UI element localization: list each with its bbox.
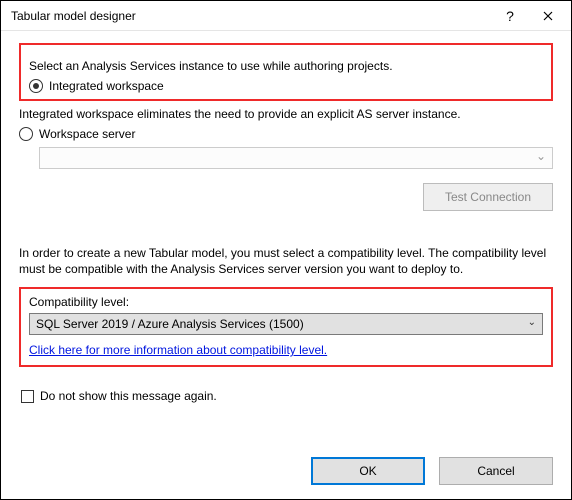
radio-icon xyxy=(19,127,33,141)
compatibility-highlight: Compatibility level: SQL Server 2019 / A… xyxy=(19,287,553,367)
ok-button[interactable]: OK xyxy=(311,457,425,485)
dont-show-checkbox[interactable]: Do not show this message again. xyxy=(21,389,553,403)
cancel-button[interactable]: Cancel xyxy=(439,457,553,485)
compatibility-label: Compatibility level: xyxy=(29,295,543,309)
integrated-description: Integrated workspace eliminates the need… xyxy=(19,107,553,121)
compatibility-info-link[interactable]: Click here for more information about co… xyxy=(29,343,327,357)
integrated-workspace-label: Integrated workspace xyxy=(49,79,164,93)
close-button[interactable] xyxy=(529,2,567,30)
compatibility-level-dropdown[interactable]: SQL Server 2019 / Azure Analysis Service… xyxy=(29,313,543,335)
window-title: Tabular model designer xyxy=(11,9,491,23)
test-connection-button[interactable]: Test Connection xyxy=(423,183,553,211)
close-icon xyxy=(543,11,553,21)
checkbox-icon xyxy=(21,390,34,403)
chevron-down-icon: ⌄ xyxy=(528,317,536,328)
dont-show-label: Do not show this message again. xyxy=(40,389,217,403)
help-button[interactable]: ? xyxy=(491,2,529,30)
integrated-workspace-radio[interactable]: Integrated workspace xyxy=(29,79,543,93)
workspace-server-label: Workspace server xyxy=(39,127,135,141)
radio-icon xyxy=(29,79,43,93)
compatibility-level-value: SQL Server 2019 / Azure Analysis Service… xyxy=(36,317,304,331)
instruction-text: Select an Analysis Services instance to … xyxy=(29,59,543,73)
compatibility-paragraph: In order to create a new Tabular model, … xyxy=(19,245,553,277)
dialog-footer: OK Cancel xyxy=(311,457,553,485)
titlebar: Tabular model designer ? xyxy=(1,1,571,31)
server-name-input[interactable] xyxy=(39,147,553,169)
workspace-server-radio[interactable]: Workspace server xyxy=(19,127,553,141)
workspace-highlight: Select an Analysis Services instance to … xyxy=(19,43,553,101)
